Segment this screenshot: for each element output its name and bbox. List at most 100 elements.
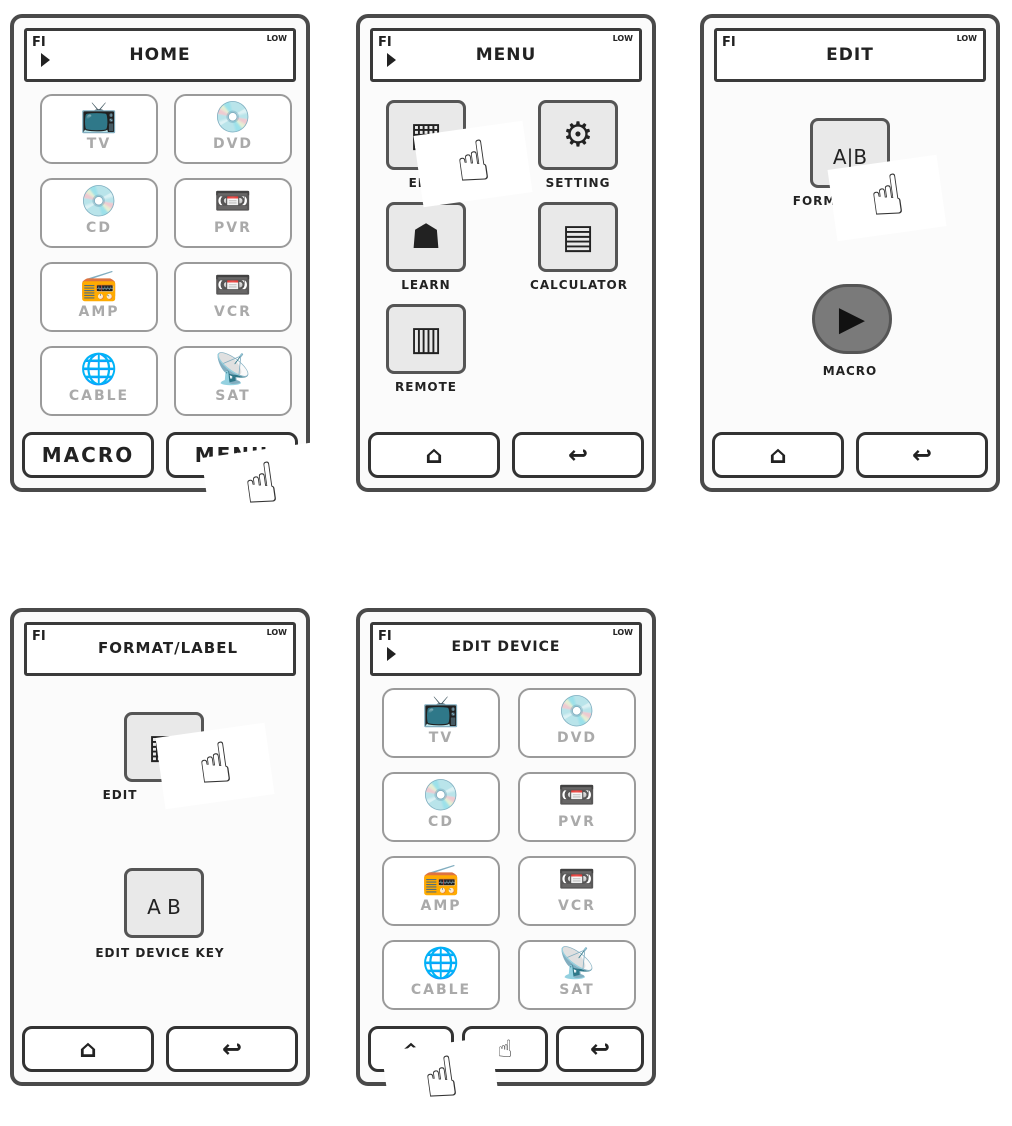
remote-icon: ▥ [409,319,443,359]
pointer-hand-icon: ☝ [155,722,275,810]
play-icon: ▶ [838,299,866,339]
format-label-screen: FI LOW FORMAT/LABEL ▦ EDIT A B EDIT DEVI… [10,608,310,1086]
screen-title: FORMAT/LABEL [97,639,239,657]
pointer-hand-icon: ☝ [827,154,947,242]
screen-title: MENU [475,45,537,65]
home-icon: ⌂ [425,441,443,469]
menu-setting-button[interactable]: ⚙ [538,100,618,170]
back-icon: ↩ [567,441,589,469]
device-label: DVD [556,730,598,746]
back-button[interactable]: ↩ [166,1026,298,1072]
pvr-icon: 📼 [558,778,596,813]
vcr-icon: 📼 [214,268,252,303]
back-icon: ↩ [221,1035,243,1063]
title-bar: FI LOW EDIT [714,28,986,82]
device-sat-button[interactable]: 📡 SAT [174,346,292,416]
device-label: CD [86,220,112,236]
menu-calculator-button[interactable]: ▤ [538,202,618,272]
edit-screen: FI LOW EDIT A|B FORMAT/LABEL ▶ MACRO ⌂ ↩ [700,14,1000,492]
device-amp-button[interactable]: 📻 AMP [382,856,500,926]
amp-icon: 📻 [422,862,460,897]
device-label: DVD [212,136,254,152]
menu-item-label: CALCULATOR [530,278,628,292]
battery-indicator: LOW [612,628,633,637]
title-bar: FI LOW MENU [370,28,642,82]
back-button[interactable]: ↩ [512,432,644,478]
back-icon: ↩ [589,1035,611,1063]
back-button[interactable]: ↩ [556,1026,644,1072]
pointer-hand-icon: ☝ [413,120,533,208]
cable-icon: 🌐 [422,946,460,981]
device-tv-button[interactable]: 📺 TV [40,94,158,164]
device-cd-button[interactable]: 💿 CD [382,772,500,842]
device-vcr-button[interactable]: 📼 VCR [174,262,292,332]
home-button[interactable]: ⌂ [712,432,844,478]
title-bar: FI LOW FORMAT/LABEL [24,622,296,676]
menu-item-label: LEARN [401,278,451,292]
edit-item-label: EDIT [102,788,138,802]
device-pvr-button[interactable]: 📼 PVR [174,178,292,248]
battery-indicator: LOW [612,34,633,43]
macro-item-button[interactable]: ▶ [812,284,892,354]
device-vcr-button[interactable]: 📼 VCR [518,856,636,926]
device-sat-button[interactable]: 📡 SAT [518,940,636,1010]
device-label: PVR [214,220,252,236]
tv-icon: 📺 [80,100,118,135]
device-cd-button[interactable]: 💿 CD [40,178,158,248]
device-label: CABLE [410,982,472,998]
cd-icon: 💿 [80,184,118,219]
pointer-hand-icon: ☝ [201,442,321,530]
satellite-icon: 📡 [558,946,596,981]
device-cable-button[interactable]: 🌐 CABLE [382,940,500,1010]
home-screen: FI LOW HOME 📺 TV 💿 DVD 💿 CD 📼 PVR 📻 AMP … [10,14,310,492]
menu-learn-button[interactable]: ☗ [386,202,466,272]
screen-title: EDIT [826,45,874,65]
back-button[interactable]: ↩ [856,432,988,478]
dvd-icon: 💿 [558,694,596,729]
tv-icon: 📺 [422,694,460,729]
macro-label: MACRO [822,364,878,378]
device-tv-button[interactable]: 📺 TV [382,688,500,758]
device-cable-button[interactable]: 🌐 CABLE [40,346,158,416]
screen-title: EDIT DEVICE [451,639,561,655]
home-button[interactable]: ⌂ [22,1026,154,1072]
setting-icon: ⚙ [562,115,594,155]
device-dvd-button[interactable]: 💿 DVD [518,688,636,758]
device-dvd-button[interactable]: 💿 DVD [174,94,292,164]
title-bar: FI LOW EDIT DEVICE [370,622,642,676]
dvd-icon: 💿 [214,100,252,135]
screen-title: HOME [129,45,191,65]
home-icon: ⌂ [79,1035,97,1063]
back-icon: ↩ [911,441,933,469]
device-label: CD [428,814,454,830]
device-label: TV [86,136,112,152]
device-label: VCR [214,304,252,320]
macro-button[interactable]: MACRO [22,432,154,478]
edit-device-screen: FI LOW EDIT DEVICE 📺 TV 💿 DVD 💿 CD 📼 PVR… [356,608,656,1086]
home-icon: ⌂ [769,441,787,469]
menu-item-label: SETTING [545,176,611,190]
menu-remote-button[interactable]: ▥ [386,304,466,374]
pvr-icon: 📼 [214,184,252,219]
device-label: TV [428,730,454,746]
edit-device-key-icon: A B [147,895,181,919]
battery-indicator: LOW [266,628,287,637]
device-label: AMP [420,898,462,914]
device-label: PVR [558,814,596,830]
device-label: SAT [559,982,595,998]
learn-icon: ☗ [410,217,442,257]
amp-icon: 📻 [80,268,118,303]
device-label: VCR [558,898,596,914]
pointer-hand-icon: ☝ [381,1036,501,1124]
menu-item-label: REMOTE [395,380,457,394]
hand-icon: ☝ [497,1035,513,1063]
edit-device-key-label: EDIT DEVICE KEY [95,946,225,960]
device-pvr-button[interactable]: 📼 PVR [518,772,636,842]
calculator-icon: ▤ [561,217,595,257]
edit-device-key-button[interactable]: A B [124,868,204,938]
cd-icon: 💿 [422,778,460,813]
device-amp-button[interactable]: 📻 AMP [40,262,158,332]
home-button[interactable]: ⌂ [368,432,500,478]
vcr-icon: 📼 [558,862,596,897]
satellite-icon: 📡 [214,352,252,387]
